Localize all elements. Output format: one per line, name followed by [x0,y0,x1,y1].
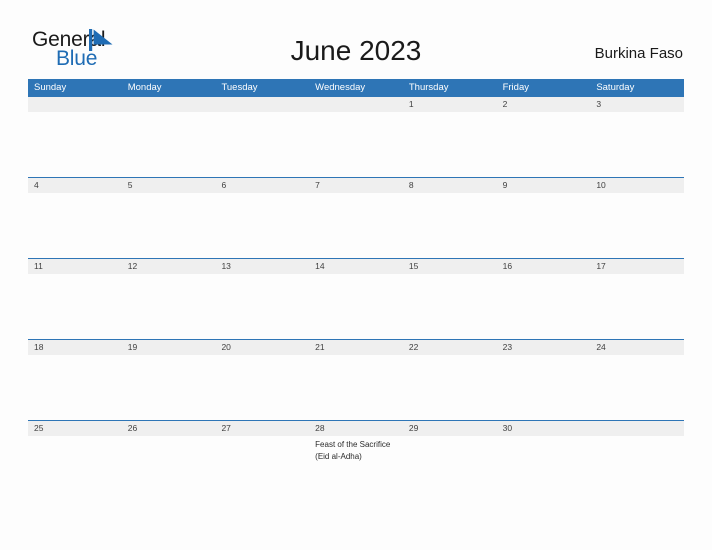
day-number[interactable]: 6 [215,178,309,193]
day-event [28,274,122,338]
day-event [309,274,403,338]
weekday-header-row: Sunday Monday Tuesday Wednesday Thursday… [28,79,684,96]
day-number[interactable]: 19 [122,340,216,355]
day-event [403,274,497,338]
day-event [122,355,216,419]
day-number[interactable] [122,97,216,112]
week-event-band [28,355,684,419]
day-event [403,193,497,257]
weekday-header-monday: Monday [127,82,162,93]
page-header: General Blue June 2023 Burkina Faso [0,0,712,76]
day-number[interactable]: 9 [497,178,591,193]
day-number[interactable]: 22 [403,340,497,355]
day-event [309,355,403,419]
day-event [215,355,309,419]
day-event [122,436,216,500]
day-event [590,112,684,176]
weekday-header-friday: Friday [502,82,529,93]
day-number[interactable] [590,421,684,436]
day-number[interactable]: 13 [215,259,309,274]
day-number[interactable]: 28 [309,421,403,436]
day-event [28,355,122,419]
calendar-week-row: 4 5 6 7 8 9 10 [28,177,684,258]
calendar-week-row: 25 26 27 28 29 30 Feast of the Sacrifice… [28,420,684,504]
day-event [403,355,497,419]
day-number[interactable]: 2 [497,97,591,112]
weekday-header-thursday: Thursday [408,82,449,93]
day-event [215,274,309,338]
day-event [215,436,309,500]
calendar-week-row: 1 2 3 [28,96,684,177]
day-event [590,436,684,500]
day-number[interactable]: 25 [28,421,122,436]
day-number[interactable]: 18 [28,340,122,355]
day-number[interactable]: 8 [403,178,497,193]
week-event-band [28,193,684,257]
day-event [28,112,122,176]
day-event [122,112,216,176]
day-number[interactable]: 15 [403,259,497,274]
day-number[interactable]: 24 [590,340,684,355]
weekday-header-saturday: Saturday [596,82,635,93]
day-number[interactable]: 5 [122,178,216,193]
day-event [215,112,309,176]
day-event [497,436,591,500]
day-number[interactable]: 20 [215,340,309,355]
week-event-band: Feast of the Sacrifice (Eid al-Adha) [28,436,684,500]
day-event [309,112,403,176]
day-number[interactable]: 1 [403,97,497,112]
day-event [309,193,403,257]
day-event [122,193,216,257]
day-event [28,436,122,500]
weekday-header-tuesday: Tuesday [221,82,258,93]
day-number[interactable] [215,97,309,112]
day-event [497,112,591,176]
weekday-header-wednesday: Wednesday [315,82,366,93]
week-event-band [28,112,684,176]
day-number[interactable]: 27 [215,421,309,436]
week-event-band [28,274,684,338]
day-event [497,355,591,419]
day-event [215,193,309,257]
day-number[interactable] [309,97,403,112]
day-number[interactable]: 7 [309,178,403,193]
day-event [590,355,684,419]
day-number[interactable]: 16 [497,259,591,274]
day-event [590,274,684,338]
day-event [403,436,497,500]
region-label: Burkina Faso [594,45,683,62]
day-event [28,193,122,257]
day-event [403,112,497,176]
calendar-week-row: 18 19 20 21 22 23 24 [28,339,684,420]
day-number[interactable]: 30 [497,421,591,436]
day-event [497,274,591,338]
week-date-band: 11 12 13 14 15 16 17 [28,258,684,274]
day-event [497,193,591,257]
calendar-week-row: 11 12 13 14 15 16 17 [28,258,684,339]
day-event [590,193,684,257]
day-number[interactable]: 23 [497,340,591,355]
day-number[interactable]: 17 [590,259,684,274]
day-number[interactable]: 26 [122,421,216,436]
day-number[interactable]: 4 [28,178,122,193]
day-number[interactable]: 3 [590,97,684,112]
day-event [122,274,216,338]
week-date-band: 25 26 27 28 29 30 [28,420,684,436]
calendar-grid: Sunday Monday Tuesday Wednesday Thursday… [28,79,684,504]
day-number[interactable]: 14 [309,259,403,274]
day-number[interactable]: 29 [403,421,497,436]
weekday-header-sunday: Sunday [34,82,67,93]
day-number[interactable]: 12 [122,259,216,274]
day-number[interactable]: 11 [28,259,122,274]
week-date-band: 18 19 20 21 22 23 24 [28,339,684,355]
day-number[interactable]: 10 [590,178,684,193]
calendar-page: General Blue June 2023 Burkina Faso Sund… [0,0,712,550]
day-event-eid-al-adha: Feast of the Sacrifice (Eid al-Adha) [315,440,391,461]
week-date-band: 4 5 6 7 8 9 10 [28,177,684,193]
week-date-band: 1 2 3 [28,96,684,112]
day-number[interactable]: 21 [309,340,403,355]
day-number[interactable] [28,97,122,112]
